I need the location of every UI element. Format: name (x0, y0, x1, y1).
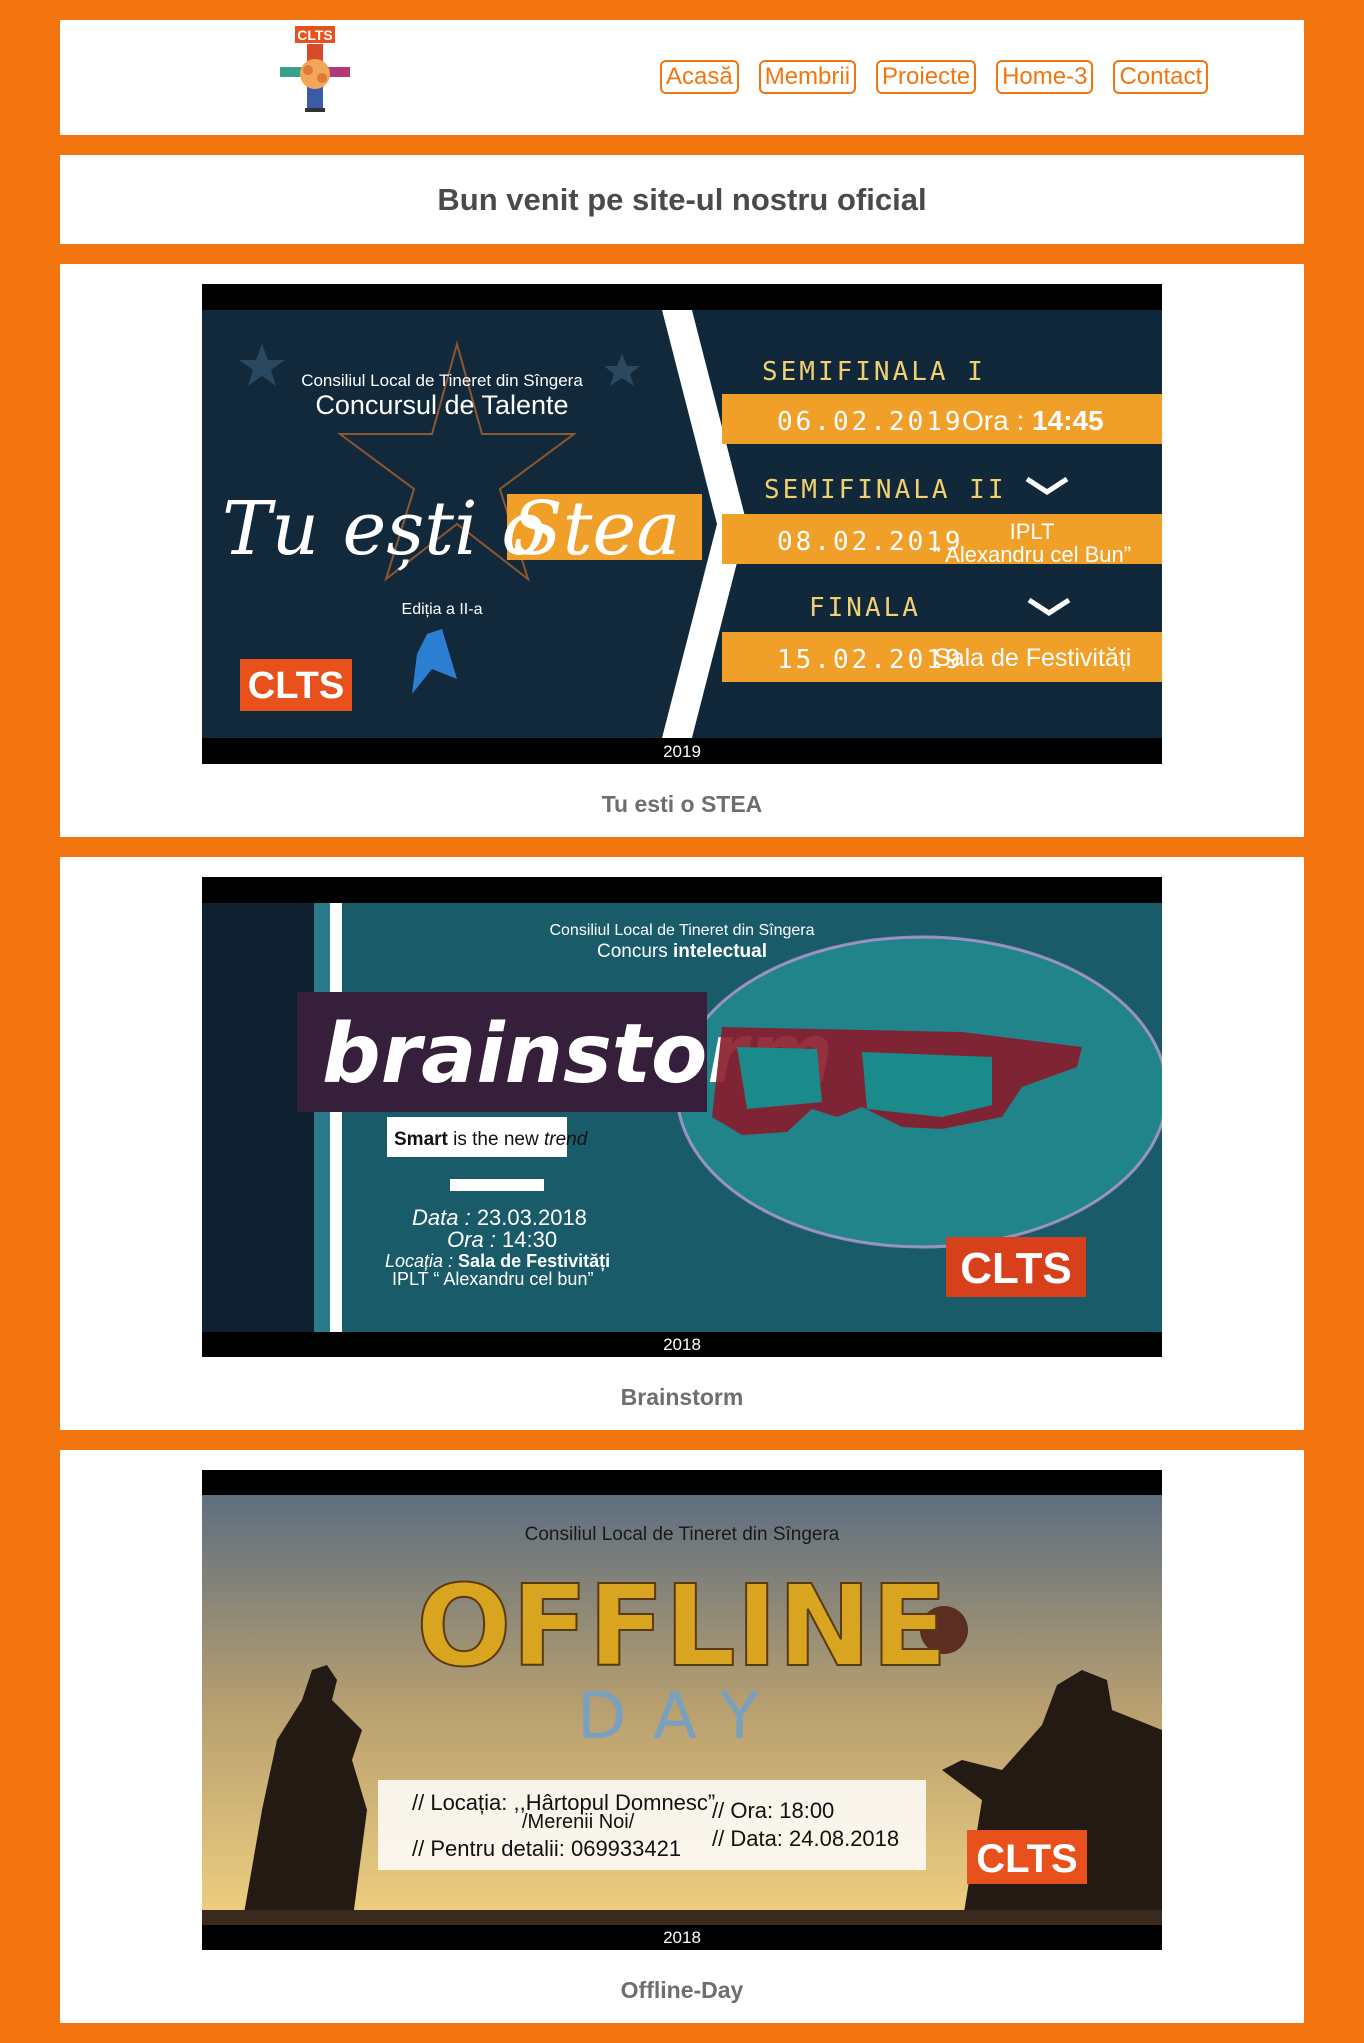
project-caption[interactable]: Offline-Day (60, 1977, 1304, 2004)
poster2-subtitle-b: intelectual (673, 941, 767, 962)
poster2-time-value: 14:30 (502, 1227, 557, 1252)
poster1-edition: Ediția a II-a (402, 601, 483, 618)
poster2-logo: CLTS (960, 1244, 1072, 1293)
nav-home3-link[interactable]: Home-3 (996, 60, 1094, 94)
project-image-offline-day[interactable]: Consiliul Local de Tineret din Sîngera O… (202, 1470, 1162, 1950)
nav-proiecte-link[interactable]: Proiecte (876, 60, 977, 94)
poster1-stage-1: SEMIFINALA I (762, 357, 986, 387)
year-label: 2018 (202, 1925, 1162, 1950)
poster1-place-line1: IPLT (1010, 519, 1055, 544)
poster1-stage-2: SEMIFINALA II (764, 475, 1007, 505)
poster1-title-highlight: Stea (512, 486, 680, 572)
project-image-brainstorm[interactable]: Consiliul Local de Tineret din Sîngera C… (202, 877, 1162, 1357)
poster1-logo: CLTS (248, 665, 344, 707)
poster1-date-1: 06.02.2019 (777, 407, 964, 437)
poster3-date: // Data: 24.08.2018 (712, 1826, 899, 1851)
poster1-stage-3: FINALA (809, 593, 921, 623)
project-image-tu-esti-o-stea[interactable]: Consiliul Local de Tineret din Sîngera C… (202, 284, 1162, 764)
poster3-title2: DAY (577, 1680, 787, 1754)
svg-text:Ora : 14:45: Ora : 14:45 (962, 405, 1104, 436)
poster2-org: Consiliul Local de Tineret din Sîngera (549, 922, 814, 939)
poster-offline-day: Consiliul Local de Tineret din Sîngera O… (202, 1470, 1162, 1950)
poster1-final-place: Sala de Festivități (934, 644, 1131, 672)
poster-tu-esti-o-stea: Consiliul Local de Tineret din Sîngera C… (202, 284, 1162, 764)
welcome-banner: Bun venit pe site-ul nostru oficial (60, 155, 1304, 244)
svg-text:Smart is the new trend: Smart is the new trend (394, 1129, 589, 1150)
poster1-subtitle: Concursul de Talente (315, 390, 568, 420)
svg-text:Ora : 14:30: Ora : 14:30 (447, 1227, 557, 1252)
poster2-loc-line2: IPLT “ Alexandru cel bun” (392, 1269, 593, 1289)
svg-text:Locația : Sala de Festivități: Locația : Sala de Festivități (385, 1251, 610, 1271)
clts-logo[interactable]: CLTS (270, 24, 360, 120)
poster3-title: OFFLINE (416, 1562, 948, 1692)
poster1-place-line2: “ Alexandru cel Bun” (933, 542, 1131, 567)
poster-brainstorm: Consiliul Local de Tineret din Sîngera C… (202, 877, 1162, 1357)
main-nav: Acasă Membrii Proiecte Home-3 Contact (660, 60, 1209, 94)
poster3-contact: // Pentru detalii: 069933421 (412, 1836, 681, 1861)
project-card-brainstorm: Consiliul Local de Tineret din Sîngera C… (60, 857, 1304, 1430)
poster1-org: Consiliul Local de Tineret din Sîngera (301, 371, 583, 390)
poster3-org: Consiliul Local de Tineret din Sîngera (525, 1524, 840, 1545)
poster2-subtitle-a: Concurs (597, 941, 673, 962)
poster3-logo: CLTS (976, 1837, 1077, 1881)
poster2-tagline-rest: is the new (448, 1129, 544, 1150)
svg-text:Concurs intelectual: Concurs intelectual (597, 941, 767, 962)
year-label: 2019 (202, 739, 1162, 764)
poster1-title-script: Tu ești o (222, 486, 546, 572)
project-caption[interactable]: Brainstorm (60, 1384, 1304, 1411)
poster2-tagline-trend: trend (544, 1129, 589, 1150)
poster2-loc-label: Locația : (385, 1251, 458, 1271)
poster2-time-label: Ora : (447, 1227, 502, 1252)
nav-contact-link[interactable]: Contact (1113, 60, 1209, 94)
nav-acasa-link[interactable]: Acasă (660, 60, 739, 94)
nav-membrii-link[interactable]: Membrii (758, 60, 857, 94)
project-card-offline-day: Consiliul Local de Tineret din Sîngera O… (60, 1450, 1304, 2023)
logo-text: CLTS (297, 27, 333, 43)
year-label: 2018 (202, 1332, 1162, 1357)
project-caption[interactable]: Tu esti o STEA (60, 791, 1304, 818)
poster3-loc-line2: /Merenii Noi/ (522, 1811, 635, 1833)
poster3-time: // Ora: 18:00 (712, 1798, 834, 1823)
poster2-loc-value: Sala de Festivități (458, 1251, 610, 1271)
poster2-tagline-smart: Smart (394, 1129, 449, 1150)
page-title: Bun venit pe site-ul nostru oficial (437, 181, 927, 217)
poster1-time-value: 14:45 (1032, 405, 1104, 436)
project-card-tu-esti-o-stea: Consiliul Local de Tineret din Sîngera C… (60, 264, 1304, 837)
poster1-time-label: Ora : (962, 405, 1032, 436)
site-header: CLTS Acasă Membrii Proiecte Home-3 Conta… (60, 20, 1304, 135)
